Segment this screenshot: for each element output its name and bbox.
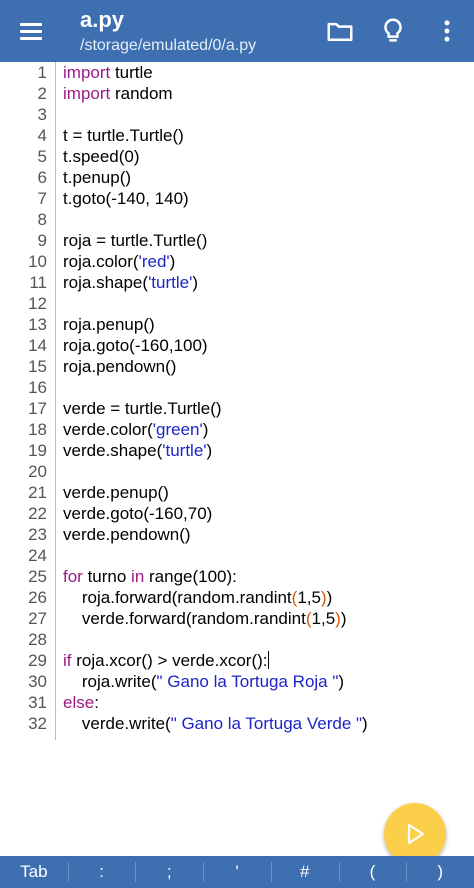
line-number: 26 — [28, 588, 47, 607]
line-number: 3 — [37, 105, 47, 124]
code-line[interactable]: 10 roja.color('red') — [0, 251, 474, 272]
menu-icon[interactable] — [14, 16, 48, 46]
key-tab[interactable]: Tab — [0, 856, 68, 888]
code-line[interactable]: 21 verde.penup() — [0, 482, 474, 503]
code-line[interactable]: 14 roja.goto(-160,100) — [0, 335, 474, 356]
line-number: 16 — [28, 378, 47, 397]
key-open-paren[interactable]: ( — [338, 856, 407, 888]
code-line[interactable]: 26 roja.forward(random.randint(1,5)) — [0, 587, 474, 608]
key-colon[interactable]: : — [67, 856, 136, 888]
line-number: 22 — [28, 504, 47, 523]
code-line[interactable]: 11 roja.shape('turtle') — [0, 272, 474, 293]
code-line[interactable]: 23 verde.pendown() — [0, 524, 474, 545]
code-line[interactable]: 16 — [0, 377, 474, 398]
play-icon — [407, 823, 425, 845]
code-line[interactable]: 22 verde.goto(-160,70) — [0, 503, 474, 524]
code-line[interactable]: 5 t.speed(0) — [0, 146, 474, 167]
code-line[interactable]: 32 verde.write(" Gano la Tortuga Verde "… — [0, 713, 474, 734]
code-line[interactable]: 12 — [0, 293, 474, 314]
key-semicolon[interactable]: ; — [135, 856, 203, 888]
line-number: 25 — [28, 567, 47, 586]
lightbulb-icon[interactable] — [378, 16, 408, 46]
code-line[interactable]: 30 roja.write(" Gano la Tortuga Roja ") — [0, 671, 474, 692]
line-number: 18 — [28, 420, 47, 439]
line-number: 24 — [28, 546, 47, 565]
line-number: 12 — [28, 294, 47, 313]
code-line[interactable]: 15 roja.pendown() — [0, 356, 474, 377]
line-number: 23 — [28, 525, 47, 544]
line-number: 7 — [37, 189, 47, 208]
code-line[interactable]: 9 roja = turtle.Turtle() — [0, 230, 474, 251]
line-number: 32 — [28, 714, 47, 733]
file-title: a.py — [80, 7, 125, 32]
line-number: 21 — [28, 483, 47, 502]
line-number: 19 — [28, 441, 47, 460]
line-number: 13 — [28, 315, 47, 334]
line-number: 5 — [37, 147, 47, 166]
code-line[interactable]: 2 import random — [0, 83, 474, 104]
line-number: 10 — [28, 252, 47, 271]
code-line[interactable]: 18 verde.color('green') — [0, 419, 474, 440]
code-line[interactable]: 31 else: — [0, 692, 474, 713]
line-number: 30 — [28, 672, 47, 691]
line-number: 2 — [37, 84, 47, 103]
line-number: 29 — [28, 651, 47, 670]
code-editor[interactable]: 1 import turtle 2 import random 3 4t = tur… — [0, 62, 474, 856]
line-number: 11 — [29, 273, 47, 292]
line-number: 28 — [28, 630, 47, 649]
code-line[interactable]: 29 if roja.xcor() > verde.xcor(): — [0, 650, 474, 671]
code-line[interactable]: 3 — [0, 104, 474, 125]
code-line[interactable]: 13 roja.penup() — [0, 314, 474, 335]
line-number: 15 — [28, 357, 47, 376]
code-line[interactable]: 20 — [0, 461, 474, 482]
code-line[interactable]: 8 — [0, 209, 474, 230]
file-path: /storage/emulated/0/a.py — [80, 37, 257, 54]
line-number: 14 — [28, 336, 47, 355]
key-hash[interactable]: # — [270, 856, 339, 888]
code-line[interactable]: 24 — [0, 545, 474, 566]
extra-keys-bar: Tab : ; ' # ( ) — [0, 856, 474, 888]
code-line[interactable]: 7 t.goto(-140, 140) — [0, 188, 474, 209]
app-bar: a.py /storage/emulated/0/a.py — [0, 0, 474, 62]
code-line[interactable]: 19 verde.shape('turtle') — [0, 440, 474, 461]
folder-icon[interactable] — [325, 16, 355, 46]
line-number: 27 — [28, 609, 47, 628]
line-number: 6 — [37, 168, 47, 187]
code-line[interactable]: 25 for turno in range(100): — [0, 566, 474, 587]
line-number: 9 — [37, 231, 47, 250]
line-number: 31 — [28, 693, 47, 712]
line-number: 8 — [37, 210, 47, 229]
code-line[interactable]: 6 t.penup() — [0, 167, 474, 188]
code-line[interactable]: 28 — [0, 629, 474, 650]
code-line[interactable]: 17 verde = turtle.Turtle() — [0, 398, 474, 419]
more-vert-icon[interactable] — [432, 16, 462, 46]
line-number: 20 — [28, 462, 47, 481]
text-cursor — [267, 651, 269, 669]
code-line[interactable]: 4t = turtle.Turtle() — [0, 125, 474, 146]
key-quote[interactable]: ' — [203, 856, 271, 888]
code-line[interactable]: 27 verde.forward(random.randint(1,5)) — [0, 608, 474, 629]
line-number: 1 — [37, 63, 47, 82]
key-close-paren[interactable]: ) — [406, 856, 474, 888]
line-number: 4 — [37, 126, 47, 145]
line-number: 17 — [28, 399, 47, 418]
code-line[interactable]: 1 import turtle — [0, 62, 474, 83]
